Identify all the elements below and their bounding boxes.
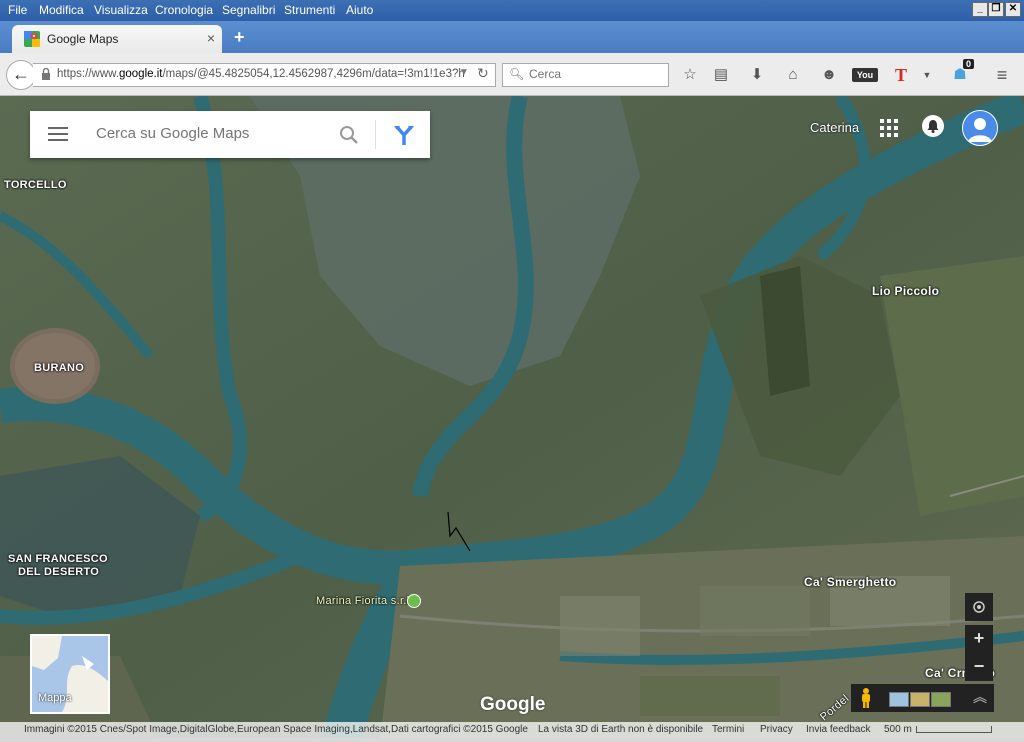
pegman-icon[interactable] — [859, 688, 873, 708]
label-ca-smerghetto[interactable]: Ca' Smerghetto — [804, 575, 896, 589]
reading-list-icon[interactable]: ▤ — [711, 65, 731, 85]
browser-search-input[interactable] — [527, 66, 666, 82]
zoom-in-button[interactable]: + — [965, 625, 993, 653]
maps-search-input[interactable] — [94, 124, 338, 143]
send-feedback-link[interactable]: Invia feedback — [806, 724, 871, 735]
tab-google-maps[interactable]: Google Maps × — [12, 25, 222, 53]
maps-menu-icon[interactable] — [48, 127, 68, 142]
privacy-link[interactable]: Privacy — [760, 724, 793, 735]
navigation-bar: ← https://www.google.it/maps/@45.4825054… — [0, 53, 1024, 96]
maps-search-icon[interactable] — [338, 124, 360, 146]
maps-search-box — [30, 111, 430, 158]
translate-t-icon[interactable]: T — [891, 65, 911, 85]
back-button[interactable]: ← — [6, 60, 36, 90]
new-tab-button[interactable]: + — [234, 27, 245, 48]
label-torcello[interactable]: TORCELLO — [4, 179, 67, 191]
label-san-francesco[interactable]: SAN FRANCESCO — [8, 553, 108, 565]
earth-notice[interactable]: La vista 3D di Earth non è disponibile — [538, 724, 703, 735]
thumbnail-3[interactable] — [931, 692, 951, 707]
terms-link[interactable]: Termini — [712, 724, 744, 735]
lock-icon — [42, 68, 50, 80]
toolbar-dropdown-icon[interactable]: ▼ — [917, 65, 937, 85]
search-divider — [375, 120, 376, 149]
label-del-deserto[interactable]: DEL DESERTO — [18, 566, 99, 578]
window-bottom-border — [0, 738, 1024, 742]
menu-modifica[interactable]: Modifica — [39, 3, 84, 17]
url-text: https://www.google.it/maps/@45.4825054,1… — [57, 68, 465, 80]
marina-poi-icon[interactable] — [407, 594, 421, 608]
location-target-icon — [973, 601, 985, 613]
history-dropdown-icon[interactable]: ▼ — [459, 67, 469, 78]
menu-file[interactable]: File — [8, 3, 27, 17]
restore-button[interactable]: ❐ — [988, 2, 1004, 17]
user-avatar[interactable] — [962, 110, 998, 146]
label-lio-piccolo[interactable]: Lio Piccolo — [872, 284, 939, 298]
menu-cronologia[interactable]: Cronologia — [155, 3, 213, 17]
thumbnail-1[interactable] — [889, 692, 909, 707]
youtube-icon[interactable]: You — [852, 68, 878, 82]
directions-icon[interactable] — [392, 123, 416, 147]
home-icon[interactable]: ⌂ — [783, 65, 803, 85]
google-maps-favicon-icon — [24, 31, 40, 47]
notifications-bell-icon[interactable] — [922, 115, 944, 137]
map-footer: Immagini ©2015 Cnes/Spot Image,DigitalGl… — [0, 722, 1024, 738]
scale-bar — [916, 726, 992, 733]
thumbnail-2[interactable] — [910, 692, 930, 707]
attribution-text: Immagini ©2015 Cnes/Spot Image,DigitalGl… — [24, 724, 528, 735]
reload-icon[interactable]: ↻ — [477, 65, 489, 82]
menu-aiuto[interactable]: Aiuto — [346, 3, 373, 17]
label-marina-fiorita[interactable]: Marina Fiorita s.r.l — [316, 595, 409, 607]
hamburger-menu-icon[interactable]: ≡ — [992, 65, 1012, 85]
minimap-label: Mappa — [38, 692, 72, 704]
street-view-panel: ︽ — [851, 684, 994, 712]
menu-visualizza[interactable]: Visualizza — [94, 3, 148, 17]
tab-bar: Google Maps × + — [0, 21, 1024, 53]
close-window-button[interactable]: ✕ — [1005, 2, 1021, 17]
extension-badge: 0 — [963, 59, 975, 69]
downloads-icon[interactable]: ⬇ — [747, 65, 767, 85]
scale-label[interactable]: 500 m — [884, 724, 912, 735]
emoji-icon[interactable]: ☻ — [819, 65, 839, 85]
tab-close-icon[interactable]: × — [207, 30, 215, 46]
menu-segnalibri[interactable]: Segnalibri — [222, 3, 275, 17]
bookmark-star-icon[interactable]: ☆ — [680, 65, 700, 85]
google-logo: Google — [480, 694, 546, 715]
satellite-map[interactable]: TORCELLO BURANO SAN FRANCESCO DEL DESERT… — [0, 96, 1024, 742]
menu-bar: File Modifica Visualizza Cronologia Segn… — [0, 0, 1024, 21]
user-name[interactable]: Caterina — [810, 120, 859, 135]
url-bar[interactable]: https://www.google.it/maps/@45.4825054,1… — [33, 63, 496, 87]
tab-title: Google Maps — [47, 32, 119, 46]
zoom-out-button[interactable]: − — [965, 653, 993, 681]
map-type-toggle[interactable]: Mappa — [30, 634, 110, 714]
menu-strumenti[interactable]: Strumenti — [284, 3, 335, 17]
apps-grid-icon[interactable] — [880, 119, 898, 137]
my-location-button[interactable] — [965, 593, 993, 621]
search-icon: 🔍︎ — [509, 67, 525, 81]
satellite-imagery — [0, 96, 1024, 742]
minimize-button[interactable]: _ — [972, 2, 988, 17]
label-burano[interactable]: BURANO — [34, 362, 84, 374]
browser-search-bar[interactable]: 🔍︎ — [502, 63, 669, 87]
expand-chevron-icon[interactable]: ︽ — [973, 687, 987, 707]
